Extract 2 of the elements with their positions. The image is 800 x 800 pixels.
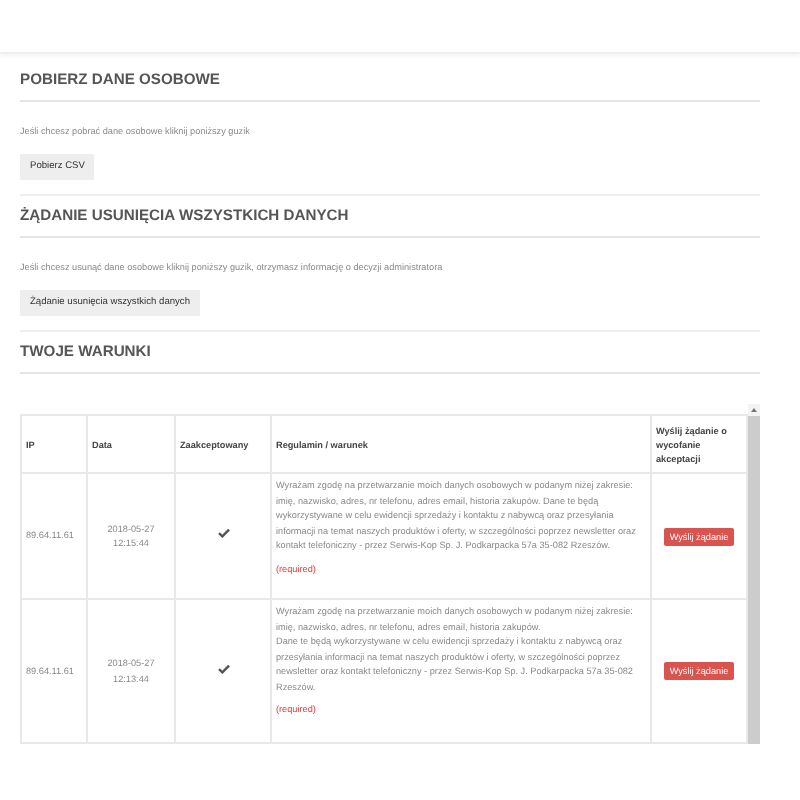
scroll-up-icon[interactable] [748, 404, 760, 416]
scrollbar[interactable] [748, 404, 760, 744]
